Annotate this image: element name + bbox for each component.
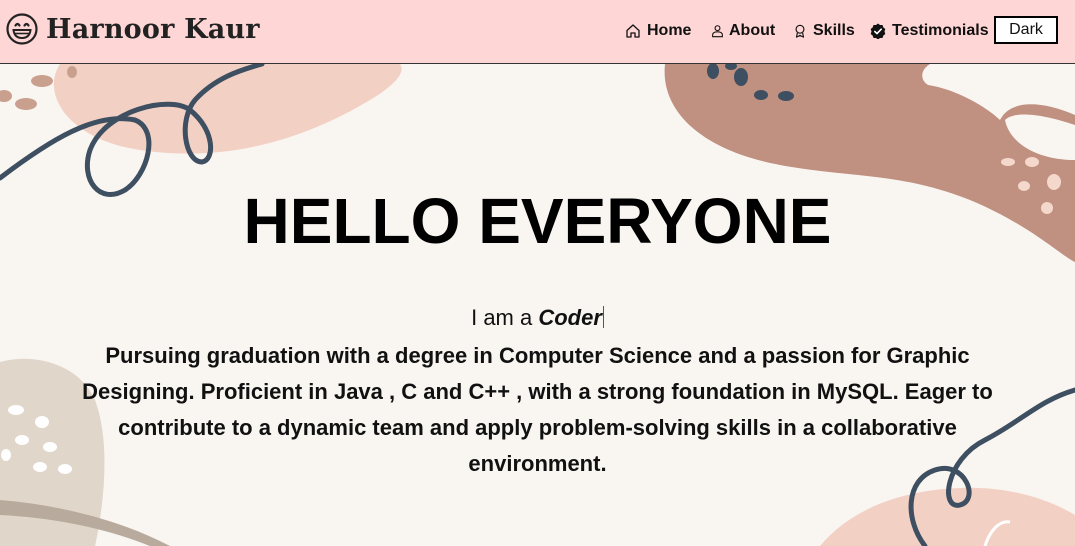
nav-about-label: About — [729, 22, 776, 39]
bio-paragraph: Pursuing graduation with a degree in Com… — [82, 343, 993, 476]
verified-badge-icon — [870, 23, 886, 39]
dot — [1025, 157, 1039, 167]
typing-caret — [602, 306, 604, 328]
dot — [43, 442, 57, 452]
dot — [15, 435, 29, 445]
dark-mode-button[interactable]: Dark — [994, 16, 1058, 44]
nav-home-label: Home — [647, 22, 692, 39]
award-icon — [795, 24, 805, 38]
home-icon — [626, 24, 640, 38]
brand[interactable]: Harnoor Kaur — [6, 11, 260, 47]
dot — [0, 90, 12, 102]
nav-home[interactable]: Home — [625, 20, 691, 42]
dot — [754, 90, 768, 100]
brand-name: Harnoor Kaur — [46, 13, 260, 45]
nav-testimonials-label: Testimonials — [892, 22, 989, 39]
dot — [35, 416, 49, 428]
dot — [734, 68, 748, 86]
hero-title: HELLO EVERYONE — [243, 185, 832, 257]
dot — [8, 405, 24, 415]
navbar: Harnoor Kaur Home About Skills Testimoni… — [0, 0, 1075, 64]
nav-skills[interactable]: Skills — [793, 20, 855, 42]
dot — [31, 75, 53, 87]
nav-testimonials[interactable]: Testimonials — [870, 20, 989, 42]
dot — [67, 66, 77, 78]
dot — [33, 462, 47, 472]
nav-about[interactable]: About — [711, 20, 775, 42]
grinning-face-icon — [6, 13, 38, 45]
dot — [58, 464, 72, 474]
person-icon — [712, 25, 723, 38]
nav-skills-label: Skills — [813, 22, 855, 39]
dot — [15, 98, 37, 110]
dot — [778, 91, 794, 101]
intro-prefix: I am a — [471, 305, 539, 330]
dot — [1, 449, 11, 461]
typed-role: Coder — [538, 305, 602, 330]
dot — [1001, 158, 1015, 166]
typing-intro: I am a Coder — [0, 305, 1075, 331]
